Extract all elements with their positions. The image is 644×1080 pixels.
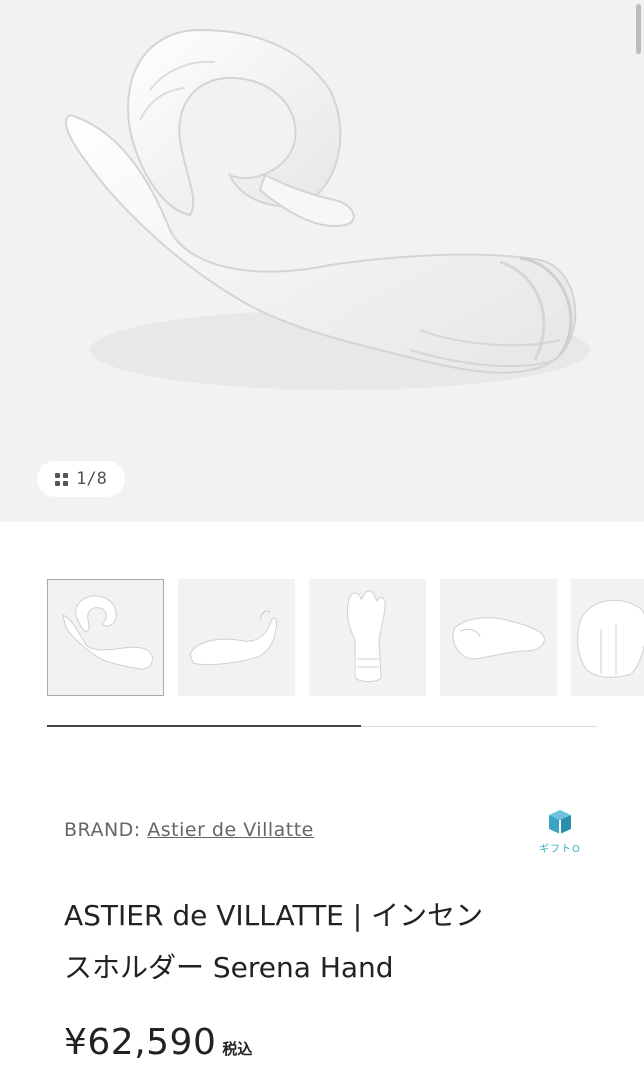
thumbnail-image [189, 610, 277, 666]
thumbnail-strip[interactable] [47, 579, 644, 697]
product-title: ASTIER de VILLATTE | インセン スホルダー Serena H… [64, 890, 584, 994]
product-title-line-2: スホルダー Serena Hand [64, 951, 394, 984]
thumbnail-image [452, 617, 545, 660]
gallery-progress-bar [47, 725, 597, 727]
price-amount: ¥62,590 [64, 1022, 217, 1063]
grid-icon [55, 472, 69, 486]
brand-label: BRAND: [64, 819, 141, 841]
tax-label: 税込 [222, 1040, 253, 1058]
scrollbar[interactable] [636, 4, 641, 54]
thumbnail-4[interactable] [440, 579, 557, 696]
thumbnail-5[interactable] [571, 579, 644, 696]
hand-sculpture-image [65, 28, 590, 390]
price-row: ¥62,590 税込 [64, 1022, 252, 1063]
image-counter[interactable]: 1/8 [37, 461, 125, 497]
product-title-line-1: ASTIER de VILLATTE | インセン [64, 899, 484, 932]
thumbnail-1[interactable] [47, 579, 164, 696]
brand-row: BRAND: Astier de Villatte [64, 819, 314, 841]
thumbnail-3[interactable] [309, 579, 426, 696]
thumbnail-image [577, 599, 644, 678]
thumbnail-image [62, 595, 153, 670]
thumbnail-image [346, 590, 386, 682]
brand-link[interactable]: Astier de Villatte [147, 819, 314, 841]
gallery-progress-fill [47, 725, 361, 727]
thumbnail-2[interactable] [178, 579, 295, 696]
gift-label: ギフトO [539, 844, 581, 855]
gift-button[interactable]: ギフトO [532, 808, 588, 855]
product-image[interactable]: 1/8 [0, 0, 644, 522]
gift-box-icon [549, 810, 571, 834]
image-counter-text: 1/8 [76, 469, 107, 489]
